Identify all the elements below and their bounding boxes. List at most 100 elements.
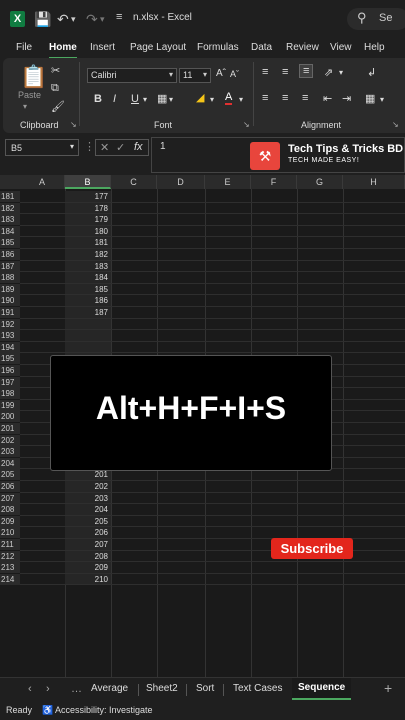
paste-label[interactable]: Paste — [18, 90, 41, 100]
column-header[interactable]: A — [20, 175, 65, 189]
borders-icon[interactable]: ▦ — [157, 92, 167, 105]
align-top-icon[interactable]: ≡ — [262, 66, 268, 78]
row-header[interactable]: 203 — [0, 446, 20, 458]
tab-home[interactable]: Home — [49, 42, 77, 53]
cell-b[interactable]: 181 — [65, 237, 111, 249]
tab-review[interactable]: Review — [286, 42, 319, 53]
fill-color-dropdown-icon[interactable]: ▾ — [210, 95, 214, 104]
cell-b[interactable]: 207 — [65, 539, 111, 550]
row-header[interactable]: 181 — [0, 191, 20, 202]
row-header[interactable]: 187 — [0, 260, 20, 272]
cell-b[interactable]: 179 — [65, 214, 111, 226]
decrease-indent-icon[interactable]: ⇤ — [323, 92, 332, 105]
search-box[interactable]: ⚲ Se — [347, 8, 405, 30]
tab-file[interactable]: File — [16, 42, 32, 53]
column-header[interactable]: C — [111, 175, 157, 189]
tab-help[interactable]: Help — [364, 42, 385, 53]
italic-button[interactable]: I — [113, 93, 116, 105]
tab-insert[interactable]: Insert — [90, 42, 115, 53]
accessibility-status[interactable]: Accessibility: Investigate — [55, 705, 153, 715]
align-middle-icon[interactable]: ≡ — [282, 66, 288, 78]
row-header[interactable]: 200 — [0, 411, 20, 423]
row-header[interactable]: 212 — [0, 550, 20, 562]
cell-b[interactable]: 183 — [65, 260, 111, 272]
sheet-tab-average[interactable]: Average — [91, 683, 128, 694]
undo-dropdown-icon[interactable]: ▾ — [71, 14, 76, 25]
column-header[interactable]: G — [297, 175, 343, 189]
format-painter-icon[interactable]: 🖌 — [51, 100, 65, 113]
cell-b[interactable]: 185 — [65, 283, 111, 295]
tab-page-layout[interactable]: Page Layout — [130, 42, 186, 53]
row-header[interactable]: 204 — [0, 457, 20, 469]
cell-b[interactable]: 204 — [65, 504, 111, 516]
align-right-icon[interactable]: ≡ — [302, 92, 308, 104]
column-header[interactable]: H — [343, 175, 405, 189]
cell-b[interactable]: 184 — [65, 272, 111, 284]
row-header[interactable]: 188 — [0, 272, 20, 284]
tab-formulas[interactable]: Formulas — [197, 42, 239, 53]
cell-b[interactable]: 210 — [65, 573, 111, 585]
font-name-select[interactable]: Calibri ▾ — [87, 68, 177, 83]
row-header[interactable]: 196 — [0, 365, 20, 376]
add-sheet-icon[interactable]: + — [384, 680, 392, 696]
customize-toolbar-icon[interactable]: ≡ — [116, 11, 122, 23]
subscribe-button[interactable]: Subscribe — [271, 538, 353, 559]
cell-b[interactable]: 186 — [65, 295, 111, 307]
row-header[interactable]: 214 — [0, 573, 20, 585]
orientation-icon[interactable]: ⇗ — [324, 66, 333, 79]
row-header[interactable]: 205 — [0, 469, 20, 481]
row-header[interactable]: 206 — [0, 481, 20, 492]
column-header-selected[interactable]: B — [65, 175, 111, 189]
row-header[interactable]: 201 — [0, 423, 20, 434]
column-header[interactable]: D — [157, 175, 205, 189]
row-header[interactable]: 183 — [0, 214, 20, 226]
cell-b[interactable]: 202 — [65, 481, 111, 492]
row-header[interactable]: 211 — [0, 539, 20, 550]
font-color-dropdown-icon[interactable]: ▾ — [239, 95, 243, 104]
name-box[interactable]: B5 ▾ — [5, 139, 79, 156]
row-header[interactable]: 193 — [0, 330, 20, 342]
row-header[interactable]: 207 — [0, 492, 20, 504]
cell-b[interactable]: 180 — [65, 225, 111, 237]
sheet-tab-sheet2[interactable]: Sheet2 — [146, 683, 178, 694]
row-header[interactable]: 189 — [0, 283, 20, 295]
undo-icon[interactable]: ↶ — [57, 11, 69, 28]
cell-b[interactable]: 205 — [65, 515, 111, 527]
row-header[interactable]: 198 — [0, 388, 20, 400]
redo-dropdown-icon[interactable]: ▾ — [100, 14, 105, 25]
row-header[interactable]: 185 — [0, 237, 20, 249]
cell-b[interactable]: 201 — [65, 469, 111, 481]
cell-b[interactable]: 203 — [65, 492, 111, 504]
cell-b[interactable]: 177 — [65, 191, 111, 202]
cell-b[interactable] — [65, 330, 111, 342]
row-header[interactable]: 197 — [0, 376, 20, 388]
decrease-font-icon[interactable]: Aˇ — [230, 69, 239, 79]
row-header[interactable]: 209 — [0, 515, 20, 527]
font-size-select[interactable]: 11 ▾ — [179, 68, 211, 83]
more-sheets-icon[interactable]: … — [71, 683, 82, 695]
row-header[interactable]: 195 — [0, 353, 20, 365]
increase-indent-icon[interactable]: ⇥ — [342, 92, 351, 105]
row-header[interactable]: 199 — [0, 399, 20, 411]
column-header[interactable]: F — [251, 175, 297, 189]
row-header[interactable]: 202 — [0, 434, 20, 446]
cancel-icon[interactable]: ✕ — [100, 141, 109, 154]
paste-dropdown-icon[interactable]: ▾ — [23, 102, 27, 111]
sheet-tab-sort[interactable]: Sort — [196, 683, 214, 694]
wrap-text-icon[interactable]: ↲ — [367, 66, 376, 79]
fill-color-icon[interactable]: ◢ — [196, 91, 204, 104]
cell-b[interactable]: 178 — [65, 202, 111, 214]
font-launcher-icon[interactable]: ↘ — [243, 120, 250, 129]
paste-icon[interactable]: 📋 — [20, 64, 47, 90]
clipboard-launcher-icon[interactable]: ↘ — [70, 120, 77, 129]
font-color-icon[interactable]: A — [225, 91, 233, 105]
sheet-tab-text-cases[interactable]: Text Cases — [233, 683, 282, 694]
copy-icon[interactable]: ⧉ — [51, 82, 59, 95]
tab-data[interactable]: Data — [251, 42, 272, 53]
row-header[interactable]: 208 — [0, 504, 20, 516]
tab-view[interactable]: View — [330, 42, 352, 53]
row-header[interactable]: 194 — [0, 341, 20, 353]
alignment-launcher-icon[interactable]: ↘ — [392, 120, 399, 129]
underline-dropdown-icon[interactable]: ▾ — [143, 95, 147, 104]
bold-button[interactable]: B — [94, 93, 102, 105]
